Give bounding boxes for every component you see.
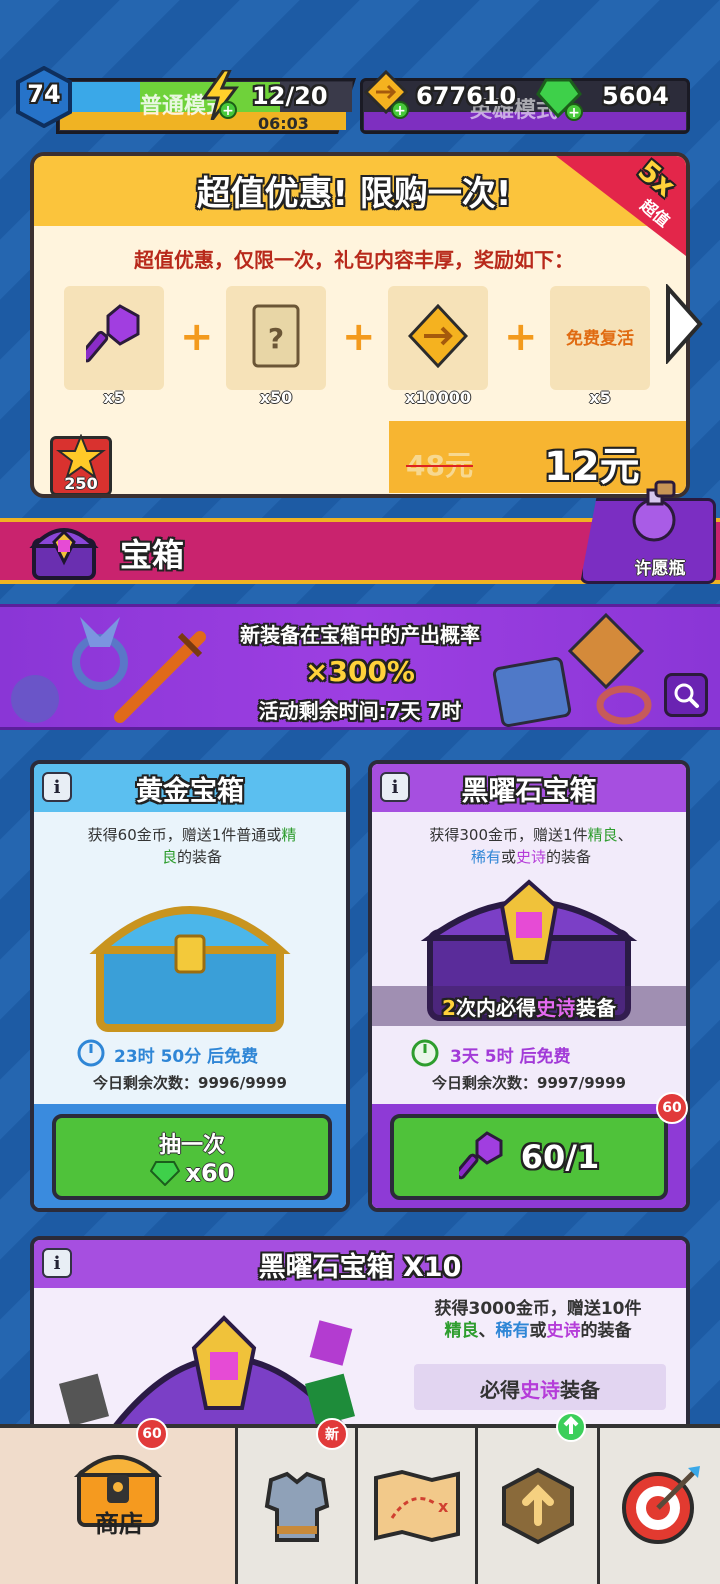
gold-chest-icon — [89, 906, 291, 1032]
key-icon — [458, 1131, 503, 1180]
offer-title: 超值优惠! 限购一次! — [196, 174, 512, 214]
obsidian-x10-guarantee: 必得史诗装备 — [480, 1378, 600, 1402]
svg-text:+: + — [222, 103, 234, 119]
info-button[interactable]: i — [380, 772, 410, 802]
gem-icon — [149, 1161, 180, 1186]
section-title: 宝箱 — [120, 536, 185, 574]
scroll-icon: ? — [252, 304, 300, 368]
offer-item-key — [64, 286, 164, 390]
armor-icon — [264, 1471, 329, 1542]
offer-item-qty: x50 — [259, 388, 293, 407]
banner-multiplier: ×300% — [305, 655, 415, 688]
gold-chest-title: 黄金宝箱 — [34, 764, 346, 812]
special-offer-panel: 5x 超值 超值优惠! 限购一次! 超值优惠，仅限一次，礼包内容丰厚，奖励如下：… — [30, 152, 690, 498]
upgrade-icon — [501, 1467, 574, 1545]
nav-tab-map[interactable]: x — [358, 1428, 478, 1584]
offer-item-qty: x5 — [589, 388, 611, 407]
map-icon: x — [373, 1469, 460, 1543]
svg-text:?: ? — [268, 322, 284, 355]
nav-shop-label[interactable]: 商店 — [0, 1504, 238, 1539]
wish-bottle-label[interactable]: 许愿瓶 — [608, 554, 712, 579]
obsidian-guarantee: 2次内必得史诗装备 — [442, 996, 616, 1020]
level-number: 74 — [27, 80, 61, 108]
energy-bolt-icon[interactable]: + — [198, 68, 242, 121]
banner-time-left: 活动剩余时间:7天 7时 — [258, 699, 462, 723]
offer-subtitle: 超值优惠，仅限一次，礼包内容丰厚，奖励如下： — [134, 248, 574, 272]
revive-icon: 免费复活 — [566, 329, 634, 349]
shop-badge: 60 — [136, 1418, 168, 1450]
energy-timer: 06:03 — [258, 114, 309, 133]
search-button[interactable] — [664, 673, 708, 717]
event-banner: 新装备在宝箱中的产出概率 ×300% 活动剩余时间:7天 7时 — [0, 604, 720, 730]
nav-tab-challenge[interactable] — [600, 1428, 720, 1584]
chest-icon — [28, 514, 100, 586]
timer-icon — [411, 1039, 439, 1067]
key-cost: 60/1 — [520, 1138, 600, 1176]
gem-count: 5604 — [602, 82, 669, 110]
obsidian-chest-description: 获得300金币，赠送1件精良、 稀有或史诗的装备 — [429, 826, 633, 866]
obsidian-chest-key-button[interactable]: 60/1 — [390, 1114, 668, 1200]
draw-cost: x60 — [185, 1159, 235, 1187]
plus-icon: + — [504, 314, 538, 360]
key-icon — [86, 304, 140, 363]
gold-chest-remaining: 今日剩余次数：9996/9999 — [93, 1074, 287, 1092]
notification-badge: 60 — [656, 1092, 688, 1124]
offer-item-revive: 免费复活 — [550, 286, 650, 390]
gold-chest-description: 获得60金币，赠送1件普通或精 良的装备 — [87, 826, 297, 866]
gold-chest-timer: 23时 50分 后免费 — [114, 1047, 259, 1067]
obsidian-chest-remaining: 今日剩余次数：9997/9999 — [432, 1074, 626, 1092]
obsidian-chest-card: 黑曜石宝箱 i 获得300金币，赠送1件精良、 稀有或史诗的装备 2次内必得史诗装… — [368, 760, 690, 1212]
old-price: 48元 — [406, 449, 473, 482]
next-arrow-icon[interactable] — [664, 282, 704, 366]
coin-count: 677610 — [416, 82, 517, 110]
coin-icon — [408, 304, 468, 368]
equipment-new-badge: 新 — [316, 1418, 348, 1450]
obsidian-x10-description: 获得3000金币，赠送10件 精良、稀有或史诗的装备 — [434, 1299, 642, 1341]
obsidian-x10-title: 黑曜石宝箱 X10 — [34, 1240, 686, 1288]
obsidian-chest-title: 黑曜石宝箱 — [372, 764, 686, 812]
gold-chest-draw-button[interactable]: 抽一次 x60 — [52, 1114, 332, 1200]
gold-chest-card: 黄金宝箱 i 获得60金币，赠送1件普通或精 良的装备 23时 50分 后免费 今… — [30, 760, 350, 1212]
info-button[interactable]: i — [42, 772, 72, 802]
svg-text:+: + — [568, 105, 580, 121]
obsidian-chest-timer: 3天 5时 后免费 — [450, 1047, 571, 1067]
obsidian-chest-icon — [58, 1315, 356, 1431]
energy-count: 12/20 — [252, 82, 328, 110]
nav-tab-equipment[interactable] — [238, 1428, 358, 1584]
draw-once-label: 抽一次 — [158, 1133, 225, 1158]
level-badge[interactable]: 74 — [16, 65, 72, 129]
timer-icon — [77, 1039, 105, 1067]
xp-bar-fill — [60, 82, 140, 112]
nav-tab-upgrade[interactable] — [478, 1428, 600, 1584]
upgrade-available-icon — [556, 1412, 586, 1442]
star-count: 250 — [64, 474, 98, 493]
coin-icon[interactable]: + — [363, 69, 412, 120]
svg-text:+: + — [394, 103, 406, 119]
plus-icon: + — [342, 314, 376, 360]
search-icon — [674, 683, 699, 708]
plus-icon: + — [180, 314, 214, 360]
offer-item-qty: x10000 — [405, 388, 471, 407]
offer-item-scroll: ? — [226, 286, 326, 390]
offer-item-coins — [388, 286, 488, 390]
info-button[interactable]: i — [42, 1248, 72, 1278]
potion-icon — [632, 480, 676, 542]
svg-text:x: x — [438, 1497, 449, 1516]
banner-line-1: 新装备在宝箱中的产出概率 — [240, 623, 480, 647]
gem-icon[interactable]: + — [536, 72, 586, 122]
target-icon — [622, 1466, 700, 1544]
offer-item-qty: x5 — [103, 388, 125, 407]
